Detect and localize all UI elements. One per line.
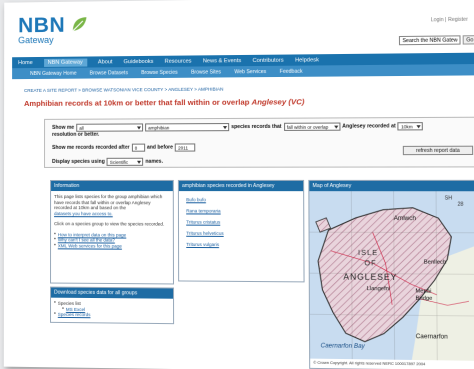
recorded-at-label: Anglesey recorded at bbox=[342, 123, 396, 130]
xml-services-link[interactable]: XML Web services for this page bbox=[58, 243, 122, 249]
nav-resources[interactable]: Resources bbox=[165, 58, 192, 64]
overlap-select[interactable]: fall within or overlap bbox=[283, 122, 341, 131]
title-text: Amphibian records at 10km or better that… bbox=[24, 97, 252, 109]
species-link[interactable]: Triturus helveticus bbox=[186, 231, 303, 237]
label-of: OF bbox=[364, 260, 376, 267]
download-panel: Download species data for all groups Spe… bbox=[50, 286, 175, 325]
nav-about[interactable]: About bbox=[98, 59, 113, 65]
information-panel: Information This page lists species for … bbox=[50, 179, 175, 285]
search-go-button[interactable]: Go bbox=[462, 35, 474, 45]
title-place: Anglesey (VC) bbox=[251, 97, 305, 107]
after-label: Show me records recorded after bbox=[52, 144, 130, 151]
label-anglesey: ANGLESEY bbox=[343, 272, 397, 282]
nbn-logo[interactable]: NBN Gateway bbox=[18, 14, 65, 45]
resolution-suffix-label: resolution or better. bbox=[52, 131, 100, 138]
page-title: Amphibian records at 10km or better that… bbox=[24, 97, 304, 108]
names-select[interactable]: Scientific bbox=[106, 157, 144, 166]
place-caernarfon: Caernarfon bbox=[416, 334, 448, 341]
label-isle: ISLE bbox=[358, 250, 378, 257]
login-register-link[interactable]: Login | Register bbox=[431, 17, 468, 24]
after-input[interactable]: 0 bbox=[131, 143, 145, 152]
before-input[interactable]: 2011 bbox=[175, 143, 196, 152]
subnav-browse-datasets[interactable]: Browse Datasets bbox=[90, 70, 128, 76]
place-bridge: Bridge bbox=[415, 296, 432, 302]
grid-label-num: 28 bbox=[457, 202, 463, 208]
species-panel: amphibian species recorded in Anglesey B… bbox=[177, 179, 305, 283]
species-heading: amphibian species recorded in Anglesey bbox=[178, 180, 304, 192]
names-suffix-label: names. bbox=[145, 158, 164, 165]
map-panel: Map of Anglesey SH 28 Amlwch ISLE OF ANG… bbox=[308, 179, 474, 369]
place-menai: Menai bbox=[415, 288, 431, 294]
leaf-icon bbox=[72, 17, 87, 32]
help-links: How to interpret data on this page Why c… bbox=[51, 232, 173, 249]
map-heading: Map of Anglesey bbox=[309, 180, 474, 192]
nav-news-events[interactable]: News & Events bbox=[203, 58, 241, 64]
nav-guidebooks[interactable]: Guidebooks bbox=[124, 58, 154, 64]
grid-label-sh: SH bbox=[445, 195, 453, 201]
download-list: Species list MS Excel Species records bbox=[51, 301, 173, 319]
anglesey-map[interactable]: SH 28 Amlwch ISLE OF ANGLESEY Llangefni … bbox=[309, 191, 474, 362]
site-search: Go bbox=[399, 35, 474, 46]
display-label: Display species using bbox=[52, 158, 105, 165]
subnav-browse-species[interactable]: Browse Species bbox=[141, 69, 178, 75]
filter-row-1: Show me all amphibian species records th… bbox=[52, 122, 424, 132]
species-link[interactable]: Bufo bufo bbox=[186, 197, 303, 202]
map-copyright: © Crown Copyright. All rights reserved N… bbox=[310, 358, 474, 369]
subnav-browse-sites[interactable]: Browse Sites bbox=[191, 69, 221, 75]
group-select-a[interactable]: all bbox=[76, 123, 144, 132]
species-link[interactable]: Triturus cristatus bbox=[186, 220, 303, 225]
place-benllech: Benllech bbox=[424, 259, 447, 265]
search-input[interactable] bbox=[399, 35, 461, 46]
species-link[interactable]: Rana temporaria bbox=[186, 208, 303, 213]
subnav-gateway-home[interactable]: NBN Gateway Home bbox=[30, 70, 77, 76]
info-text-2: Click on a species group to view the spe… bbox=[54, 221, 165, 227]
nav-contributors[interactable]: Contributors bbox=[253, 57, 284, 63]
resolution-select[interactable]: 10km bbox=[397, 122, 424, 131]
before-label: and before bbox=[146, 144, 173, 151]
species-records-link[interactable]: Species records bbox=[58, 312, 91, 318]
subnav-feedback[interactable]: Feedback bbox=[280, 68, 303, 74]
nav-nbn-gateway[interactable]: NBN Gateway bbox=[43, 58, 87, 67]
species-link[interactable]: Triturus vulgaris bbox=[186, 242, 303, 248]
place-amlwch: Amlwch bbox=[394, 216, 416, 222]
datasets-link[interactable]: datasets you have access to. bbox=[51, 211, 173, 217]
download-heading: Download species data for all groups bbox=[51, 287, 174, 299]
show-me-label: Show me bbox=[52, 124, 75, 131]
subnav-web-services[interactable]: Web Services bbox=[234, 68, 266, 74]
information-heading: Information bbox=[51, 180, 173, 192]
browser-page: NBN Gateway Login | Register Go Home NBN… bbox=[3, 0, 474, 369]
refresh-report-button[interactable]: refresh report data bbox=[402, 145, 474, 156]
filter-row-1b: resolution or better. bbox=[52, 132, 99, 138]
place-llangefni: Llangefni bbox=[367, 286, 391, 292]
filter-row-2: Show me records recorded after 0 and bef… bbox=[52, 143, 196, 152]
species-records-label: species records that bbox=[231, 123, 282, 131]
filter-row-3: Display species using Scientific names. bbox=[52, 157, 164, 166]
nav-helpdesk[interactable]: Helpdesk bbox=[295, 57, 319, 63]
breadcrumb[interactable]: CREATE A SITE REPORT > BROWSE WATSONIAN … bbox=[24, 87, 223, 93]
group-select-b[interactable]: amphibian bbox=[145, 123, 230, 132]
label-caernarfon-bay: Caernarfon Bay bbox=[321, 343, 366, 350]
nav-home[interactable]: Home bbox=[18, 60, 33, 66]
info-text-1: This page lists species for the group am… bbox=[54, 194, 163, 211]
